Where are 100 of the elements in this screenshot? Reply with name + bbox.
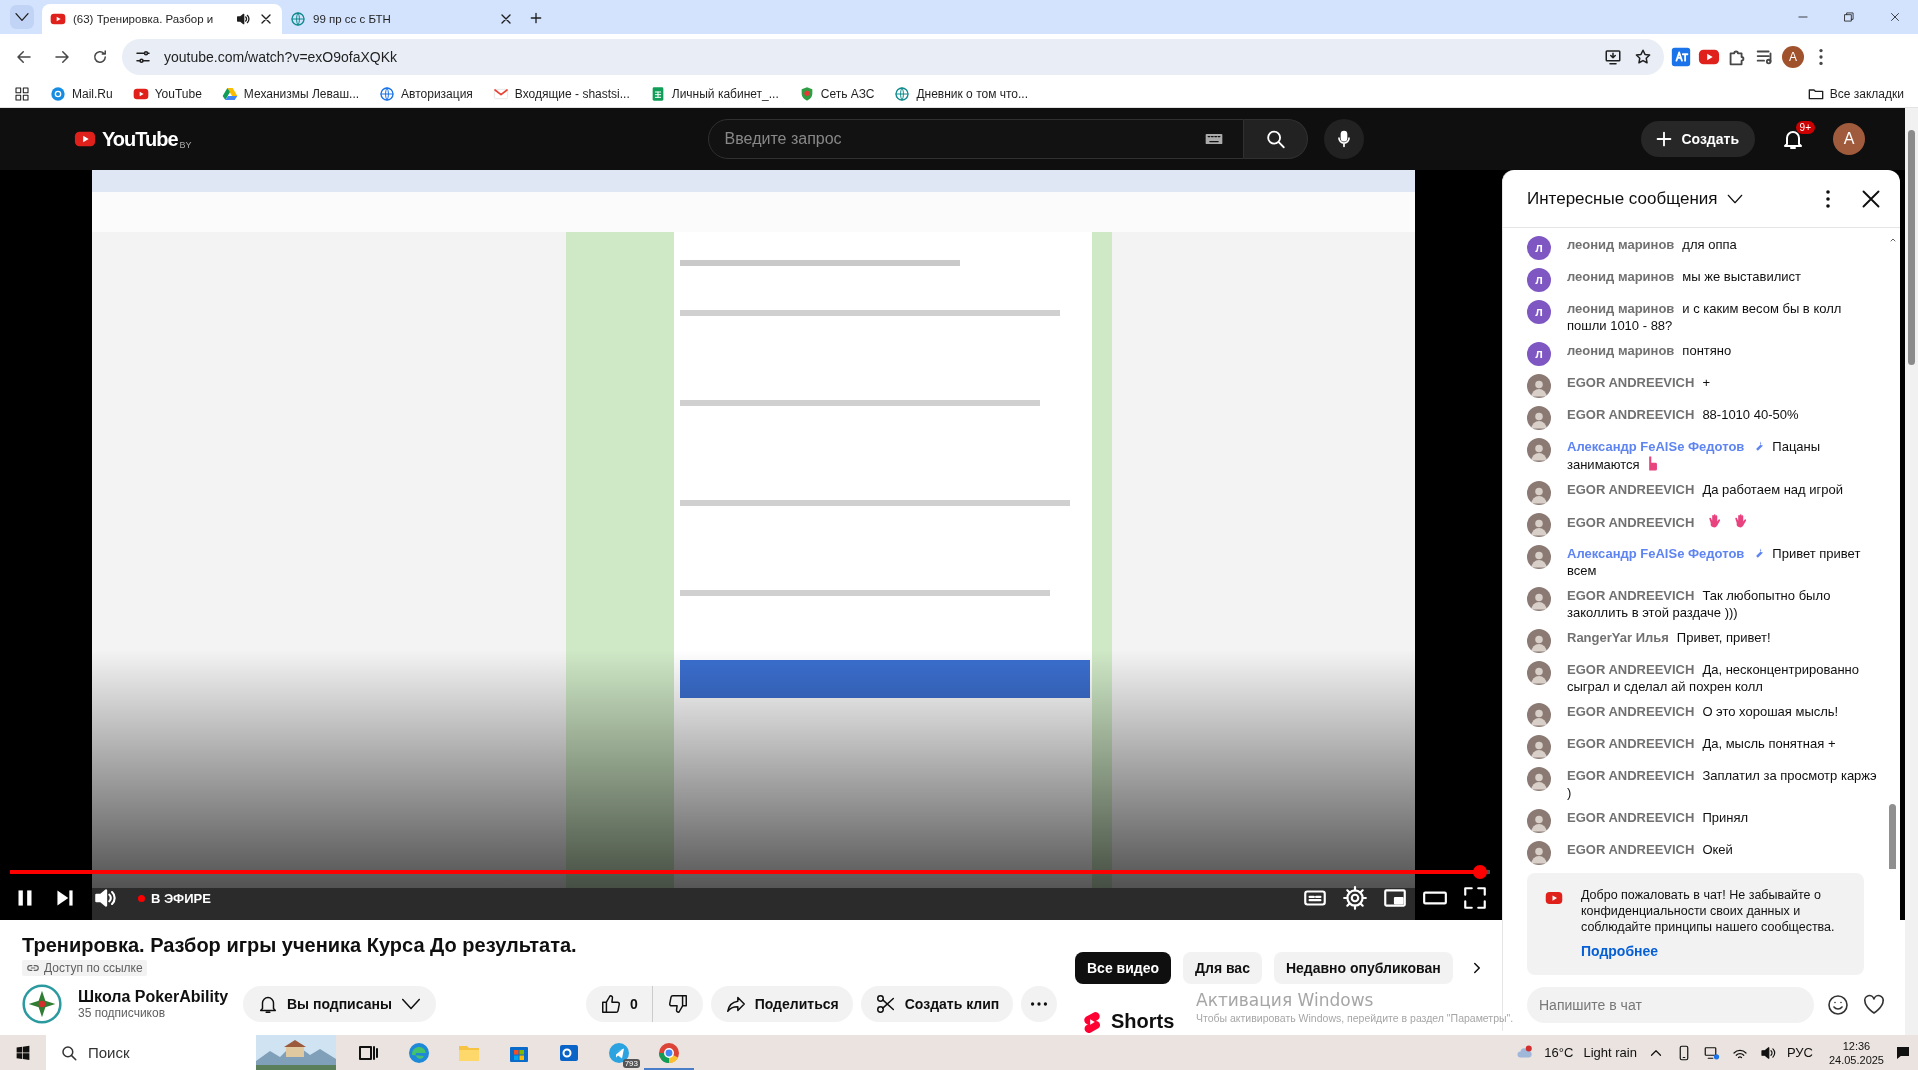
temperature[interactable]: 16°C <box>1544 1045 1574 1060</box>
shelf-title: Shorts <box>1111 1010 1175 1033</box>
more-button[interactable] <box>1021 986 1058 1022</box>
clock-time[interactable]: 12:36 <box>1842 1038 1871 1053</box>
url-text: youtube.com/watch?v=exO9ofaXQKk <box>164 49 399 65</box>
video-title: Тренировка. Разбор игры ученика Курса До результата. <box>22 933 578 958</box>
account-avatar[interactable]: A <box>1833 123 1865 155</box>
scissors-icon <box>874 993 897 1015</box>
search-icon <box>60 1043 78 1062</box>
bookmark[interactable]: Авторизация <box>379 85 473 102</box>
create-button[interactable]: Создать <box>1641 121 1755 157</box>
subscribed-button[interactable]: Вы подписаны <box>243 986 436 1022</box>
search-button[interactable] <box>1243 119 1308 159</box>
chat-message: Александр FeAlSe Федотов Пацаны занимаются <box>1567 438 1822 473</box>
notice-text: Добро пожаловать в чат! Не забывайте о конфиденциальности своих данных и соблюдайте принципы нашего сообщества. <box>1581 887 1836 935</box>
search-field[interactable]: Введите запрос <box>707 119 1244 159</box>
chat-message: RangerYar Илья Привет, привет! <box>1567 629 1772 647</box>
activation-text: Чтобы активировать Windows, перейдите в раздел "Параметры". <box>1196 1012 1514 1024</box>
scrollbar-thumb[interactable] <box>1908 130 1915 365</box>
globe-icon <box>379 85 396 102</box>
chat-message: EGOR ANDREEVICH О это хорошая мысль! <box>1567 703 1840 721</box>
profile-avatar[interactable]: A <box>1782 46 1804 68</box>
bookmark[interactable]: YouTube <box>132 85 202 102</box>
subscriber-count: 35 подписчиков <box>78 1006 167 1020</box>
bookmark[interactable]: Дневник о том что... <box>894 85 1029 102</box>
at-sign-icon <box>50 85 66 102</box>
chat-message: EGOR ANDREEVICH Так любопытно было заколлить в этой раздаче ))) <box>1567 587 1832 621</box>
weather-text[interactable]: Light rain <box>1583 1045 1637 1060</box>
install-icon[interactable] <box>1604 48 1622 66</box>
chat-message: леонид маринов для оппа <box>1567 236 1738 254</box>
avatar: л <box>1527 342 1551 366</box>
thumbs-down-icon <box>666 993 689 1015</box>
bookmark[interactable]: Mail.Ru <box>50 85 113 102</box>
live-label[interactable]: В ЭФИРЕ <box>151 890 211 906</box>
emoji-button[interactable] <box>1826 993 1850 1017</box>
heart-button[interactable] <box>1862 993 1886 1017</box>
activation-title: Активация Windows <box>1196 990 1375 1010</box>
filter-chip[interactable]: Недавно опубликован <box>1273 952 1453 984</box>
tab-search-button[interactable] <box>10 5 34 29</box>
taskbar-search[interactable]: Поиск <box>46 1035 336 1070</box>
notification-badge: 9+ <box>1795 121 1815 134</box>
chat-message: леонид маринов мы же выставилист <box>1567 268 1803 286</box>
tab-title: 99 пр сс с БТН <box>313 13 392 25</box>
browser-logo-icon[interactable] <box>657 1041 681 1065</box>
unread-badge: 793 <box>622 1059 640 1068</box>
chat-message: леонид маринов понтяно <box>1567 342 1733 360</box>
chat-message: EGOR ANDREEVICH <box>1567 513 1882 537</box>
translate-icon[interactable] <box>1670 46 1692 68</box>
fullscreen-button[interactable] <box>1462 885 1488 911</box>
visibility-badge: Доступ по ссылке <box>22 960 147 976</box>
thumbs-up-icon <box>599 993 622 1015</box>
settings-button[interactable] <box>1342 885 1368 911</box>
chat-message: EGOR ANDREEVICH Да, несконцентрированно сыграл и сделал ай похрен колл <box>1567 661 1860 695</box>
chat-message: EGOR ANDREEVICH Принял <box>1567 809 1749 827</box>
learn-more-link[interactable]: Подробнее <box>1581 943 1659 959</box>
bookmark[interactable]: Личный кабинет_... <box>649 85 779 102</box>
bookmark[interactable]: Сеть АЗС <box>798 85 875 102</box>
live-dot <box>138 894 145 902</box>
tab-title: (63) Тренировка. Разбор и <box>73 13 215 25</box>
chat-message: EGOR ANDREEVICH Да работаем над игрой <box>1567 481 1845 499</box>
globe-icon <box>290 11 306 27</box>
site-info-icon <box>134 48 152 66</box>
browser-tab[interactable]: (63) Тренировка. Разбор и <box>42 4 282 34</box>
channel-name[interactable]: Школа PokerAbility <box>78 988 243 1006</box>
channel-logo[interactable] <box>22 984 62 1024</box>
globe-icon <box>894 85 911 102</box>
chat-message: EGOR ANDREEVICH + <box>1567 374 1711 392</box>
chat-message: EGOR ANDREEVICH Да, мысль понятная + <box>1567 735 1837 753</box>
notifications-button[interactable]: 9+ <box>1773 119 1813 159</box>
filter-chip[interactable]: Все видео <box>1075 952 1171 984</box>
browser-logo-icon[interactable] <box>407 1041 431 1065</box>
avatar: л <box>1527 300 1551 324</box>
language-indicator[interactable]: РУС <box>1786 1045 1813 1060</box>
logo-text: YouTube <box>102 127 178 151</box>
chat-message: Александр FeAlSe Федотов Привет привет всем <box>1567 545 1862 579</box>
chat-message: EGOR ANDREEVICH 88-1010 40-50% <box>1567 406 1800 424</box>
region-label: BY <box>179 139 192 150</box>
bookmark[interactable]: Входящие - shastsi... <box>492 85 630 102</box>
apps-icon[interactable] <box>14 85 30 102</box>
chat-mode-dropdown[interactable]: Интересные сообщения <box>1527 188 1744 209</box>
avatar: л <box>1527 268 1551 292</box>
search-placeholder: Поиск <box>88 1044 131 1061</box>
bookmark-star-icon[interactable] <box>1634 48 1652 66</box>
filter-chip[interactable]: Для вас <box>1183 952 1262 984</box>
chat-message: EGOR ANDREEVICH Окей <box>1567 841 1734 859</box>
chat-message: EGOR ANDREEVICH Заплатил за просмотр каржэ ) <box>1567 767 1878 801</box>
all-bookmarks[interactable]: Все закладки <box>1807 85 1904 102</box>
clock-date[interactable]: 24.05.2025 <box>1828 1052 1884 1067</box>
play-logo-icon <box>50 11 66 27</box>
clip-button[interactable]: Создать клип <box>860 986 1014 1022</box>
address-bar[interactable]: youtube.com/watch?v=exO9ofaXQKk <box>122 39 1664 75</box>
mic-button[interactable] <box>1323 119 1364 159</box>
chat-message: леонид маринов и с каким весом бы в колл пошли 1010 - 88? <box>1567 300 1843 334</box>
chat-input[interactable]: Напишите в чат <box>1527 987 1814 1023</box>
avatar: л <box>1527 236 1551 260</box>
play-logo-icon <box>1543 889 1565 907</box>
bookmark[interactable]: Механизмы Леваш... <box>221 85 360 102</box>
drive-logo-icon <box>221 85 238 102</box>
browser-tab[interactable]: 99 пр сс с БТН <box>282 4 522 34</box>
share-button[interactable]: Поделиться <box>710 986 853 1022</box>
